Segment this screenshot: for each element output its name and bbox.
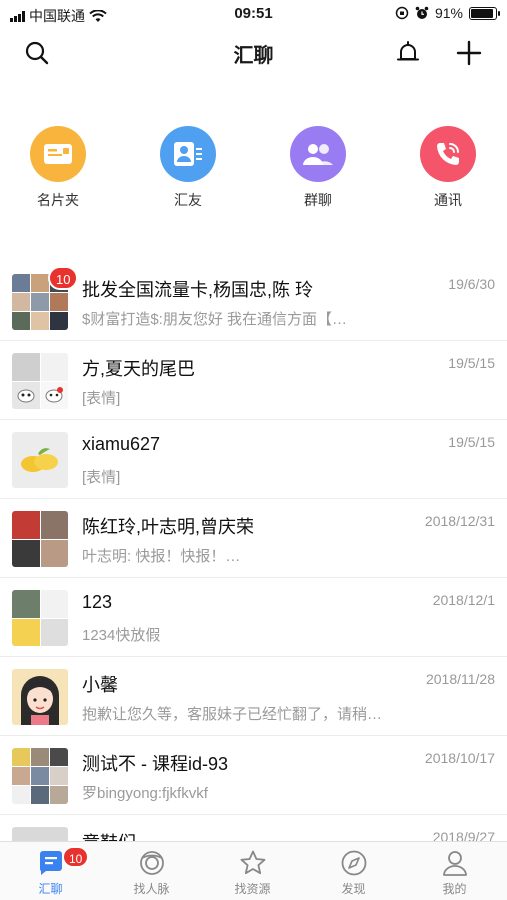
chat-time: 2018/11/28: [425, 671, 495, 687]
chat-preview: 抱歉让您久等，客服妹子已经忙翻了，请稍…: [82, 706, 383, 723]
quick-entry-friends[interactable]: 汇友: [138, 126, 238, 210]
business-card-icon: [30, 126, 86, 182]
chat-preview: 叶志明: 快报！快报！…: [82, 548, 241, 565]
network-icon: [101, 848, 202, 878]
tab-mine[interactable]: 我的: [404, 848, 505, 897]
group-avatar: [12, 590, 68, 646]
star-icon: [202, 848, 303, 878]
quick-entry-label: 通讯: [434, 192, 462, 208]
quick-entries: 名片夹 汇友 群聊 通讯: [0, 126, 507, 216]
chat-row[interactable]: xiamu627 19/5/15 [表情]: [0, 420, 507, 499]
tab-bar: 汇聊 10 找人脉 找资源 发现 我的: [0, 841, 507, 900]
tab-find-contacts[interactable]: 找人脉: [101, 848, 202, 897]
tab-chat[interactable]: 汇聊 10: [0, 846, 101, 897]
chat-time: 19/6/30: [448, 276, 495, 292]
chat-row[interactable]: 10 批发全国流量卡,杨国忠,陈 玲 19/6/30 $财富打造$:朋友您好 我…: [0, 262, 507, 341]
girl-avatar: [12, 669, 68, 725]
battery-percent: 91%: [434, 5, 463, 21]
plus-icon[interactable]: [454, 38, 484, 68]
chat-time: 19/5/15: [448, 355, 495, 371]
contact-card-icon: [160, 126, 216, 182]
unread-badge: 10: [48, 266, 79, 290]
battery-fill: [471, 8, 493, 18]
quick-entry-label: 汇友: [174, 192, 202, 208]
chat-row[interactable]: 方,夏天的尾巴 19/5/15 [表情]: [0, 341, 507, 420]
compass-icon: [303, 848, 404, 878]
group-avatar: [12, 748, 68, 804]
quick-entry-label: 群聊: [304, 192, 332, 208]
tab-discover[interactable]: 发现: [303, 848, 404, 897]
chat-preview: [表情]: [82, 390, 121, 407]
orientation-lock-icon: [395, 6, 409, 20]
tab-label: 发现: [341, 882, 366, 896]
tab-label: 找资源: [234, 882, 271, 896]
status-bar: 中国联通 09:51 91%: [0, 0, 507, 28]
avatar-grid: [12, 511, 68, 567]
avatar-grid: [12, 353, 68, 409]
chat-name: 方,夏天的尾巴: [82, 359, 196, 379]
chat-row[interactable]: 123 2018/12/1 1234快放假: [0, 578, 507, 657]
alarm-icon: [415, 6, 429, 19]
group-icon: [290, 126, 346, 182]
chat-time: 19/5/15: [448, 434, 495, 450]
chat-time: 2018/12/31: [424, 513, 495, 529]
phone-icon: [420, 126, 476, 182]
quick-entry-card-holder[interactable]: 名片夹: [8, 126, 108, 210]
chat-name: 小馨: [82, 675, 118, 695]
tab-label: 我的: [442, 882, 467, 896]
tab-label: 汇聊: [38, 882, 63, 896]
mango-avatar: [12, 432, 68, 488]
chat-preview: 罗bingyong:fjkfkvkf: [82, 785, 208, 802]
chat-preview: [表情]: [82, 469, 121, 486]
bell-icon[interactable]: [393, 38, 423, 68]
group-avatar: [12, 353, 68, 409]
tab-label: 找人脉: [133, 882, 170, 896]
chat-name: 测试不 - 课程id-93: [82, 754, 229, 774]
user-icon: [404, 848, 505, 878]
chat-name: 批发全国流量卡,杨国忠,陈 玲: [82, 280, 314, 300]
quick-entry-label: 名片夹: [37, 192, 79, 208]
chat-name: 陈红玲,叶志明,曾庆荣: [82, 517, 255, 537]
page-title: 汇聊: [233, 45, 274, 67]
avatar-grid: [12, 748, 68, 804]
chat-preview: $财富打造$:朋友您好 我在通信方面【…: [82, 311, 348, 328]
chat-time: 2018/10/17: [424, 750, 495, 766]
quick-entry-group-chat[interactable]: 群聊: [268, 126, 368, 210]
chat-row[interactable]: 陈红玲,叶志明,曾庆荣 2018/12/31 叶志明: 快报！快报！…: [0, 499, 507, 578]
avatar-grid: [12, 590, 68, 646]
tab-find-resources[interactable]: 找资源: [202, 848, 303, 897]
chat-name: 123: [82, 592, 113, 612]
nav-bar: 汇聊: [0, 30, 507, 76]
quick-entry-contacts[interactable]: 通讯: [398, 126, 498, 210]
chat-list: 10 批发全国流量卡,杨国忠,陈 玲 19/6/30 $财富打造$:朋友您好 我…: [0, 262, 507, 894]
chat-name: xiamu627: [82, 434, 161, 454]
battery-icon: [469, 6, 500, 20]
group-avatar: [12, 511, 68, 567]
chat-preview: 1234快放假: [82, 627, 161, 644]
chat-row[interactable]: 测试不 - 课程id-93 2018/10/17 罗bingyong:fjkfk…: [0, 736, 507, 815]
chat-time: 2018/12/1: [432, 592, 495, 608]
status-right: 91%: [395, 5, 500, 21]
unread-badge: 10: [62, 846, 90, 868]
chat-row[interactable]: 小馨 2018/11/28 抱歉让您久等，客服妹子已经忙翻了，请稍…: [0, 657, 507, 736]
